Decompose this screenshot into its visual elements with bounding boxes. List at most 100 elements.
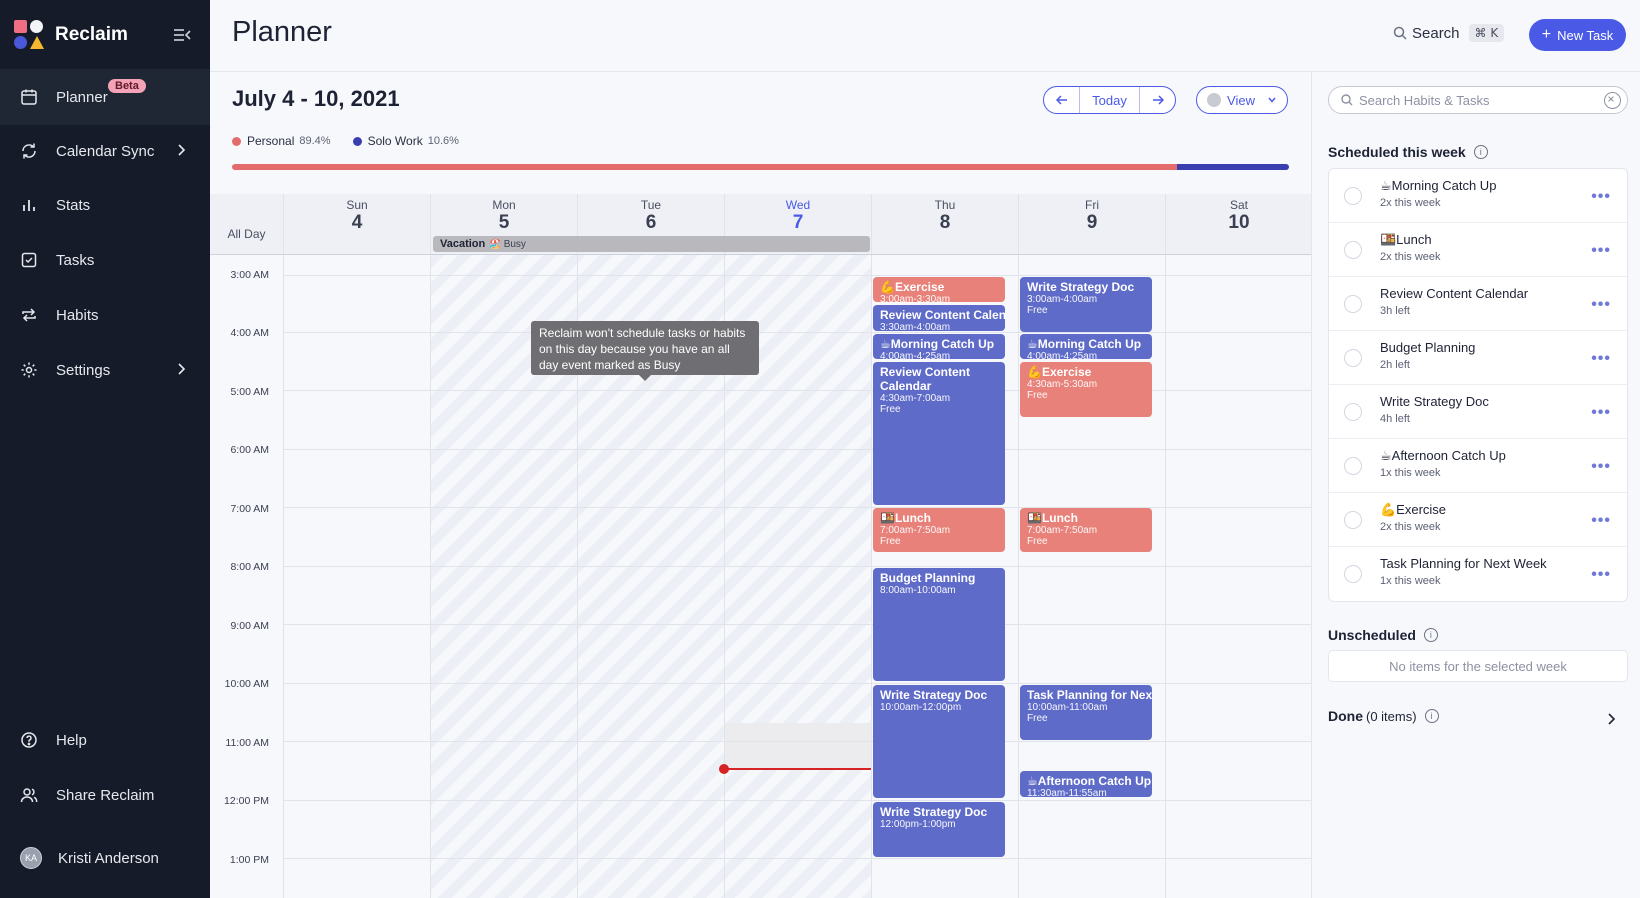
event-availability: Free: [1027, 305, 1048, 316]
day-header-sat[interactable]: Sat 10: [1165, 194, 1311, 254]
hour-line: [283, 741, 1311, 742]
task-checkbox[interactable]: [1344, 403, 1362, 421]
more-options-icon[interactable]: •••: [1591, 566, 1611, 584]
sidebar-item-calendar-sync[interactable]: Calendar Sync: [0, 123, 210, 179]
time-label: 7:00 AM: [230, 503, 269, 515]
collapse-sidebar-icon[interactable]: [172, 25, 192, 45]
list-item[interactable]: ☕Morning Catch Up 2x this week •••: [1329, 169, 1627, 223]
sidebar-item-tasks[interactable]: Tasks: [0, 232, 210, 288]
event-lunch[interactable]: 🍱Lunch 7:00am-7:50am Free: [1020, 508, 1152, 552]
allday-gutter: [210, 194, 283, 254]
prev-week-button[interactable]: [1044, 87, 1079, 113]
more-options-icon[interactable]: •••: [1591, 350, 1611, 368]
brand[interactable]: Reclaim: [14, 20, 128, 50]
scheduled-section-title: Scheduled this week i: [1328, 144, 1488, 160]
sidebar-item-habits[interactable]: Habits: [0, 287, 210, 343]
list-item[interactable]: Review Content Calendar 3h left •••: [1329, 277, 1627, 331]
day-date: 10: [1228, 212, 1250, 233]
task-checkbox[interactable]: [1344, 457, 1362, 475]
sidebar: Reclaim Planner Beta Calendar Sync Stats…: [0, 0, 210, 898]
more-options-icon[interactable]: •••: [1591, 458, 1611, 476]
event-review-content-calendar[interactable]: Review Content Calendar 4:30am-7:00am Fr…: [873, 362, 1005, 505]
day-header-sun[interactable]: Sun 4: [283, 194, 430, 254]
info-icon[interactable]: i: [1473, 145, 1488, 159]
view-dropdown[interactable]: View: [1196, 86, 1288, 114]
more-options-icon[interactable]: •••: [1591, 188, 1611, 206]
event-morning-catch-up[interactable]: ☕Morning Catch Up 4:00am-4:25am: [873, 334, 1005, 359]
task-subtitle: 2x this week: [1380, 197, 1441, 209]
vacation-emoji: 🏖️: [489, 238, 502, 250]
col-divider: [283, 255, 284, 898]
sync-icon: [22, 143, 36, 159]
task-checkbox[interactable]: [1344, 187, 1362, 205]
time-grid: 3:00 AM 4:00 AM 5:00 AM 6:00 AM 7:00 AM …: [210, 255, 1311, 898]
time-label: 12:00 PM: [224, 795, 269, 807]
day-header-thu[interactable]: Thu 8: [871, 194, 1018, 254]
vacation-allday-event[interactable]: Vacation 🏖️ Busy: [433, 236, 870, 252]
sidebar-item-settings[interactable]: Settings: [0, 342, 210, 398]
today-button[interactable]: Today: [1079, 87, 1140, 113]
user-profile[interactable]: KA Kristi Anderson: [0, 830, 210, 886]
event-title: Write Strategy Doc: [880, 688, 988, 702]
info-icon[interactable]: i: [1424, 709, 1439, 723]
solo-work-fill: [1176, 164, 1289, 170]
chevron-down-icon: [1268, 97, 1276, 103]
list-item[interactable]: 💪Exercise 2x this week •••: [1329, 493, 1627, 547]
section-label: Done: [1328, 708, 1363, 724]
planner-main: July 4 - 10, 2021 Today View Personal 89…: [210, 72, 1311, 898]
list-item[interactable]: 🍱Lunch 2x this week •••: [1329, 223, 1627, 277]
event-title: 🍱Lunch: [880, 511, 931, 525]
more-options-icon[interactable]: •••: [1591, 404, 1611, 422]
new-task-button[interactable]: + New Task: [1529, 19, 1626, 51]
task-checkbox[interactable]: [1344, 241, 1362, 259]
event-write-strategy-doc[interactable]: Write Strategy Doc 10:00am-12:00pm: [873, 685, 1005, 798]
legend-pct: 10.6%: [427, 135, 459, 147]
time-label: 8:00 AM: [230, 561, 269, 573]
more-options-icon[interactable]: •••: [1591, 512, 1611, 530]
more-options-icon[interactable]: •••: [1591, 296, 1611, 314]
event-write-strategy-doc[interactable]: Write Strategy Doc 12:00pm-1:00pm: [873, 802, 1005, 857]
event-time: 7:00am-7:50am: [1027, 525, 1098, 536]
global-search[interactable]: Search ⌘ K: [1393, 24, 1505, 42]
event-exercise[interactable]: 💪Exercise 4:30am-5:30am Free: [1020, 362, 1152, 417]
reclaim-logo-icon: [14, 20, 44, 50]
chevron-right-icon[interactable]: [1604, 712, 1618, 726]
list-item[interactable]: Write Strategy Doc 4h left •••: [1329, 385, 1627, 439]
info-icon[interactable]: i: [1423, 628, 1438, 642]
calendar-icon: [21, 89, 37, 105]
event-task-planning[interactable]: Task Planning for Next Week 10:00am-11:0…: [1020, 685, 1152, 740]
task-checkbox[interactable]: [1344, 511, 1362, 529]
event-exercise[interactable]: 💪Exercise 3:00am-3:30am: [873, 277, 1005, 302]
task-checkbox[interactable]: [1344, 295, 1362, 313]
list-item[interactable]: ☕Afternoon Catch Up 1x this week •••: [1329, 439, 1627, 493]
clear-search-icon[interactable]: [1604, 92, 1621, 109]
list-item[interactable]: Budget Planning 2h left •••: [1329, 331, 1627, 385]
event-write-strategy-doc[interactable]: Write Strategy Doc 3:00am-4:00am Free: [1020, 277, 1152, 332]
brand-name: Reclaim: [55, 24, 128, 45]
sidebar-item-share[interactable]: Share Reclaim: [0, 767, 210, 823]
more-options-icon[interactable]: •••: [1591, 242, 1611, 260]
event-afternoon-catch-up[interactable]: ☕Afternoon Catch Up 11:30am-11:55am: [1020, 771, 1152, 797]
col-divider: [430, 255, 431, 898]
sidebar-item-help[interactable]: Help: [0, 712, 210, 768]
sidebar-item-stats[interactable]: Stats: [0, 177, 210, 233]
day-name: Thu: [934, 198, 956, 212]
list-item[interactable]: Task Planning for Next Week 1x this week •…: [1329, 547, 1627, 601]
task-checkbox[interactable]: [1344, 565, 1362, 583]
event-lunch[interactable]: 🍱Lunch 7:00am-7:50am Free: [873, 508, 1005, 552]
sidebar-item-label: Settings: [56, 361, 111, 379]
event-budget-planning[interactable]: Budget Planning 8:00am-10:00am: [873, 568, 1005, 681]
habits-tasks-search-input[interactable]: Search Habits & Tasks: [1328, 86, 1628, 114]
unscheduled-section-title: Unscheduled i: [1328, 627, 1438, 643]
day-date: 9: [1086, 212, 1098, 233]
arrow-right-icon: [1152, 95, 1164, 105]
event-review-content-calendar[interactable]: Review Content Calendar 3:30am-4:00am: [873, 305, 1005, 331]
sidebar-item-planner[interactable]: Planner Beta: [0, 69, 210, 125]
event-time: 12:00pm-1:00pm: [880, 819, 956, 830]
event-morning-catch-up[interactable]: ☕Morning Catch Up 4:00am-4:25am: [1020, 334, 1152, 359]
task-title: Task Planning for Next Week: [1380, 556, 1547, 571]
task-checkbox[interactable]: [1344, 349, 1362, 367]
next-week-button[interactable]: [1140, 87, 1175, 113]
day-header-fri[interactable]: Fri 9: [1018, 194, 1165, 254]
done-section-title[interactable]: Done (0 items) i: [1328, 708, 1439, 724]
